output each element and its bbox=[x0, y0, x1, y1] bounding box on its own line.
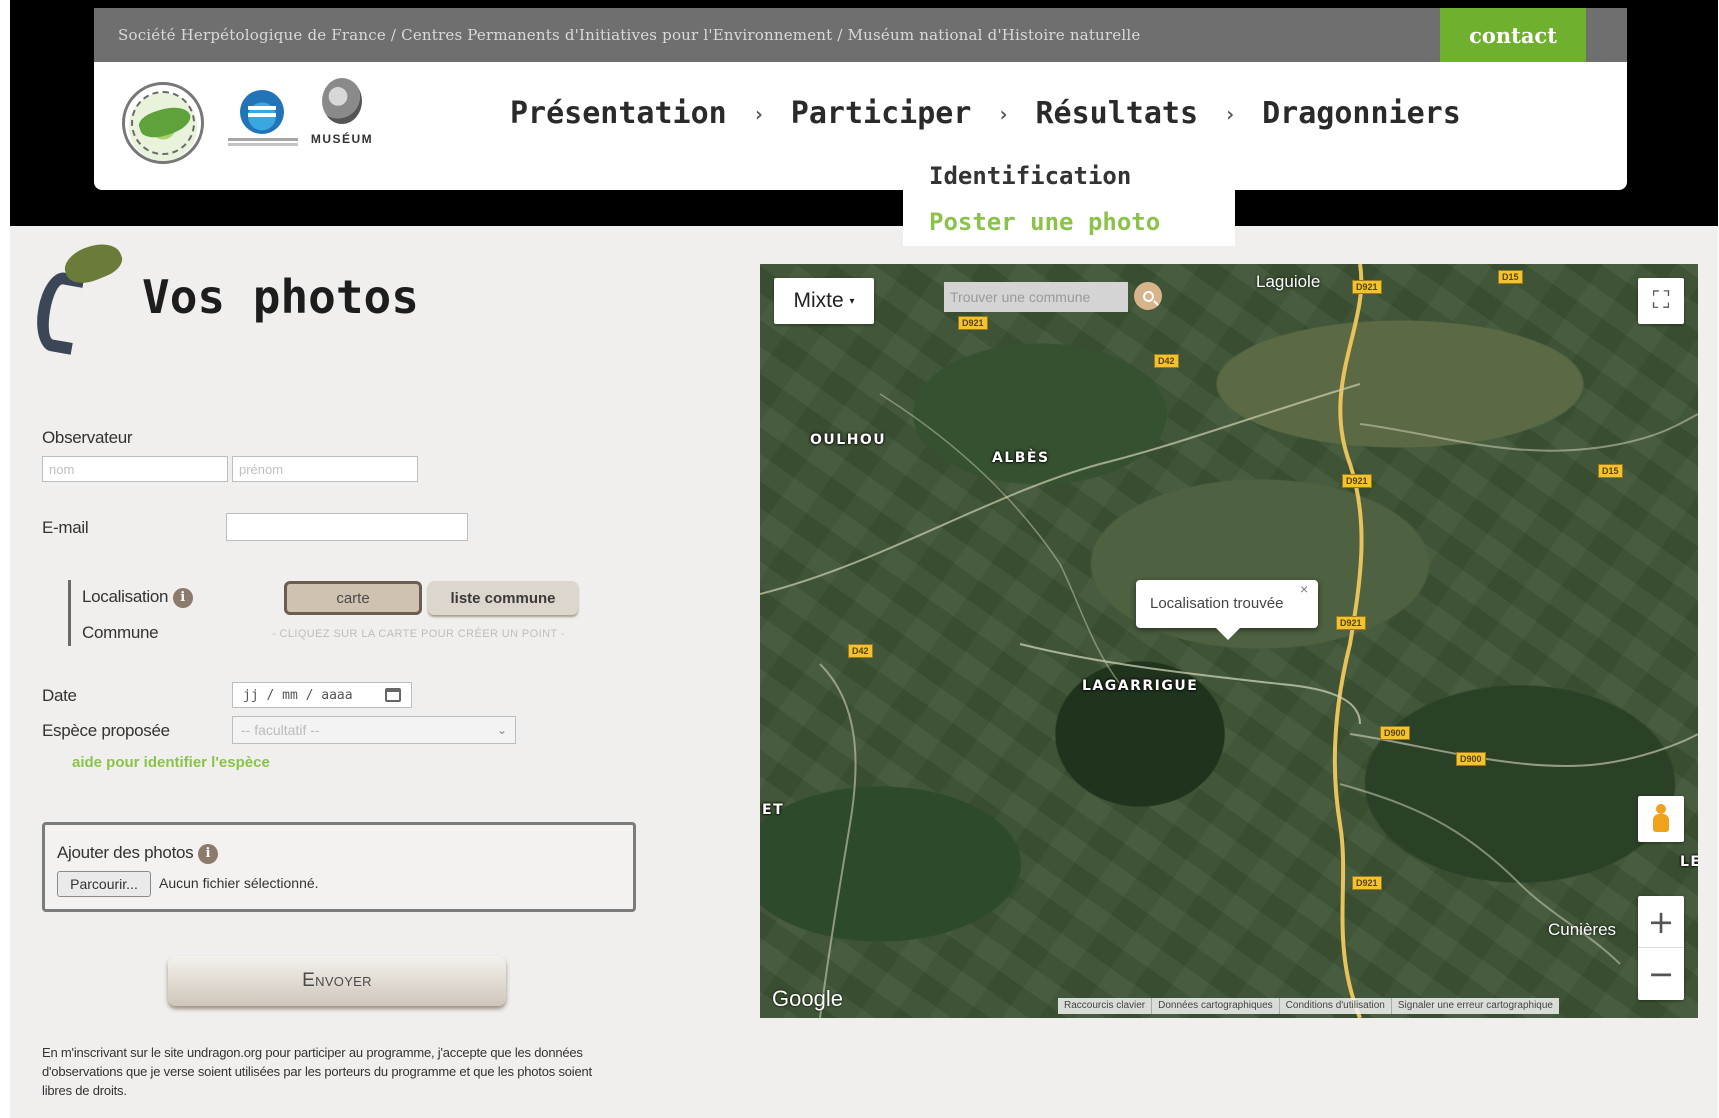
localisation-info-icon[interactable]: i bbox=[172, 587, 193, 608]
nav-separator-icon: › bbox=[997, 101, 1010, 126]
species-help-link[interactable]: aide pour identifier l'espèce bbox=[72, 754, 270, 771]
salamander-icon bbox=[31, 236, 132, 355]
museum-logo[interactable]: MUSÉUM bbox=[306, 78, 378, 156]
observer-label: Observateur bbox=[42, 428, 133, 447]
commune-label: Commune bbox=[82, 623, 159, 642]
road-badge: D921 bbox=[1352, 280, 1382, 294]
nav-dragonniers[interactable]: Dragonniers bbox=[1262, 96, 1461, 131]
zoom-out-button[interactable]: − bbox=[1638, 948, 1684, 1000]
terms-of-use-link[interactable]: Conditions d'utilisation bbox=[1278, 998, 1391, 1014]
shf-logo[interactable] bbox=[122, 82, 204, 164]
submenu-poster-photo[interactable]: Poster une photo bbox=[929, 208, 1160, 236]
place-lagarrigue: LAGARRIGUE bbox=[1082, 678, 1199, 694]
localisation-divider bbox=[68, 580, 71, 646]
send-button[interactable]: Envoyer bbox=[168, 956, 506, 1006]
browse-files-button[interactable]: Parcourir... bbox=[57, 871, 151, 897]
localisation-label: Localisation i bbox=[82, 587, 193, 608]
submenu-identification[interactable]: Identification bbox=[929, 162, 1131, 190]
nav-participer[interactable]: Participer bbox=[791, 96, 972, 131]
calendar-icon[interactable] bbox=[385, 688, 401, 702]
museum-logo-word: MUSÉUM bbox=[310, 132, 374, 146]
road-badge: D921 bbox=[1336, 616, 1366, 630]
report-map-error-link[interactable]: Signaler une erreur cartographique bbox=[1390, 998, 1559, 1014]
email-label: E-mail bbox=[42, 518, 89, 537]
page-title: Vos photos bbox=[142, 270, 419, 324]
place-albes: ALBÈS bbox=[992, 450, 1050, 466]
site-header: MUSÉUM Présentation › Participer › Résul… bbox=[94, 62, 1627, 190]
search-icon[interactable] bbox=[1134, 282, 1162, 310]
date-label: Date bbox=[42, 686, 77, 705]
place-et: ET bbox=[762, 802, 785, 818]
chevron-down-icon: ▾ bbox=[849, 295, 855, 307]
main-nav: Présentation › Participer › Résultats › … bbox=[510, 96, 1461, 131]
contact-button[interactable]: contact bbox=[1440, 8, 1586, 62]
species-selected-value: -- facultatif -- bbox=[241, 722, 320, 738]
partners-bar: Société Herpétologique de France / Centr… bbox=[94, 8, 1627, 62]
map-attribution-bar: Raccourcis clavier Données cartographiqu… bbox=[1058, 998, 1559, 1014]
participer-submenu: Identification Poster une photo bbox=[903, 150, 1235, 246]
location-info-window: Localisation trouvée × bbox=[1136, 580, 1318, 640]
nav-separator-icon: › bbox=[752, 101, 765, 126]
map-view[interactable]: Mixte ▾ ⛶ Laguiole OULHOU ALBÈS LAGARRIG… bbox=[760, 264, 1698, 1018]
map-data-link[interactable]: Données cartographiques bbox=[1151, 998, 1279, 1014]
location-found-text: Localisation trouvée bbox=[1150, 595, 1284, 612]
keyboard-shortcuts-link[interactable]: Raccourcis clavier bbox=[1058, 998, 1151, 1014]
chevron-down-icon: ⌄ bbox=[496, 723, 507, 737]
email-input[interactable] bbox=[226, 513, 468, 541]
map-type-button[interactable]: Mixte ▾ bbox=[774, 278, 874, 324]
species-label: Espèce proposée bbox=[42, 721, 170, 740]
partners-text: Société Herpétologique de France / Centr… bbox=[118, 26, 1141, 44]
commune-search-input[interactable] bbox=[944, 282, 1128, 312]
liste-commune-button[interactable]: liste commune bbox=[428, 581, 578, 615]
road-badge: D900 bbox=[1456, 752, 1486, 766]
road-badge: D921 bbox=[1352, 876, 1382, 890]
place-le: LE bbox=[1680, 854, 1698, 870]
carte-toggle-button[interactable]: carte bbox=[284, 581, 422, 615]
nav-resultats[interactable]: Résultats bbox=[1035, 96, 1198, 131]
road-badge: D42 bbox=[848, 644, 873, 658]
road-badge: D15 bbox=[1598, 464, 1623, 478]
page: Société Herpétologique de France / Centr… bbox=[10, 0, 1718, 1118]
place-oulhou: OULHOU bbox=[810, 432, 887, 448]
zoom-control: + − bbox=[1638, 896, 1684, 1000]
no-file-text: Aucun fichier sélectionné. bbox=[159, 875, 319, 891]
date-input[interactable]: jj / mm / aaaa bbox=[232, 682, 412, 708]
road-badge: D42 bbox=[1154, 354, 1179, 368]
date-placeholder: jj / mm / aaaa bbox=[243, 687, 353, 703]
close-icon[interactable]: × bbox=[1300, 581, 1308, 597]
nav-separator-icon: › bbox=[1224, 101, 1237, 126]
road-badge: D900 bbox=[1380, 726, 1410, 740]
zoom-in-button[interactable]: + bbox=[1638, 896, 1684, 948]
road-badge: D15 bbox=[1498, 270, 1523, 284]
species-select[interactable]: -- facultatif -- ⌄ bbox=[232, 716, 516, 744]
google-logo: Google bbox=[772, 986, 843, 1011]
photos-upload-box: Ajouter des photos i Parcourir... Aucun … bbox=[42, 822, 636, 912]
fullscreen-icon[interactable]: ⛶ bbox=[1638, 278, 1684, 324]
photos-label: Ajouter des photos i bbox=[57, 843, 218, 864]
road-badge: D921 bbox=[958, 316, 988, 330]
observer-prenom-input[interactable] bbox=[232, 456, 418, 482]
place-laguiole: Laguiole bbox=[1256, 272, 1321, 291]
map-hint-text: - CLIQUEZ SUR LA CARTE POUR CRÉER UN POI… bbox=[272, 628, 565, 640]
map-roads bbox=[760, 264, 1698, 1018]
road-badge: D921 bbox=[1342, 474, 1372, 488]
terms-disclaimer: En m'inscrivant sur le site undragon.org… bbox=[42, 1045, 592, 1098]
place-cunieres: Cunières bbox=[1548, 920, 1617, 939]
observer-nom-input[interactable] bbox=[42, 456, 228, 482]
street-view-pegman-icon[interactable] bbox=[1638, 796, 1684, 842]
nav-presentation[interactable]: Présentation bbox=[510, 96, 727, 131]
photos-info-icon[interactable]: i bbox=[197, 843, 218, 864]
cpie-logo[interactable] bbox=[228, 90, 298, 150]
